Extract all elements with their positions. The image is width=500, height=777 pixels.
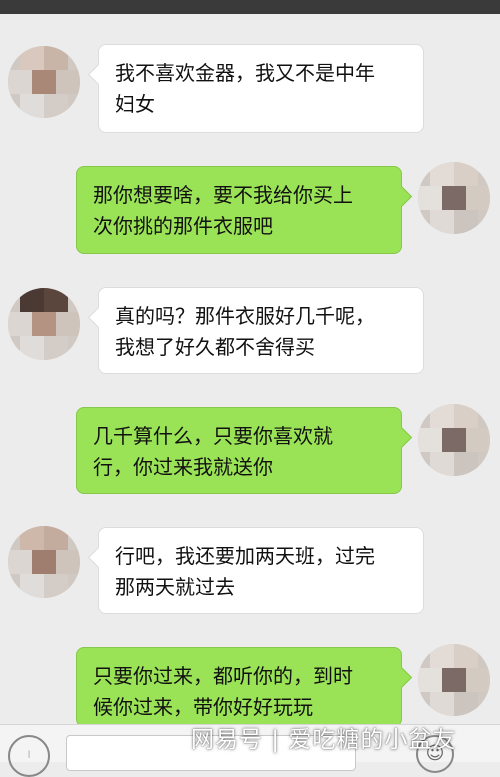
message-text: 那你想要啥，要不我给你买上 次你挑的那件衣服吧 — [93, 183, 353, 238]
watermark: 网易号 | 爱吃糖的小盆友 — [191, 727, 457, 753]
status-bar — [0, 0, 500, 14]
voice-icon[interactable]: 𝇂 — [8, 735, 50, 777]
message-text: 几千算什么，只要你喜欢就 行，你过来我就送你 — [93, 424, 333, 479]
message-bubble-outgoing[interactable]: 那你想要啥，要不我给你买上 次你挑的那件衣服吧 — [76, 166, 402, 254]
message-text: 只要你过来，都听你的，到时 候你过来，带你好好玩玩 — [93, 664, 353, 719]
my-avatar[interactable] — [418, 644, 490, 716]
message-text: 行吧，我还要加两天班，过完 那两天就过去 — [115, 544, 375, 599]
message-bubble-outgoing[interactable]: 只要你过来，都听你的，到时 候你过来，带你好好玩玩 — [76, 647, 402, 727]
message-bubble-incoming[interactable]: 我不喜欢金器，我又不是中年 妇女 — [98, 44, 424, 133]
message-bubble-incoming[interactable]: 真的吗？那件衣服好几千呢， 我想了好久都不舍得买 — [98, 287, 424, 374]
contact-avatar[interactable] — [8, 46, 80, 118]
contact-avatar[interactable] — [8, 526, 80, 598]
message-text: 我不喜欢金器，我又不是中年 妇女 — [115, 61, 375, 116]
my-avatar[interactable] — [418, 162, 490, 234]
message-bubble-outgoing[interactable]: 几千算什么，只要你喜欢就 行，你过来我就送你 — [76, 407, 402, 494]
my-avatar[interactable] — [418, 404, 490, 476]
contact-avatar[interactable] — [8, 288, 80, 360]
message-bubble-incoming[interactable]: 行吧，我还要加两天班，过完 那两天就过去 — [98, 527, 424, 614]
message-text: 真的吗？那件衣服好几千呢， 我想了好久都不舍得买 — [115, 304, 375, 359]
